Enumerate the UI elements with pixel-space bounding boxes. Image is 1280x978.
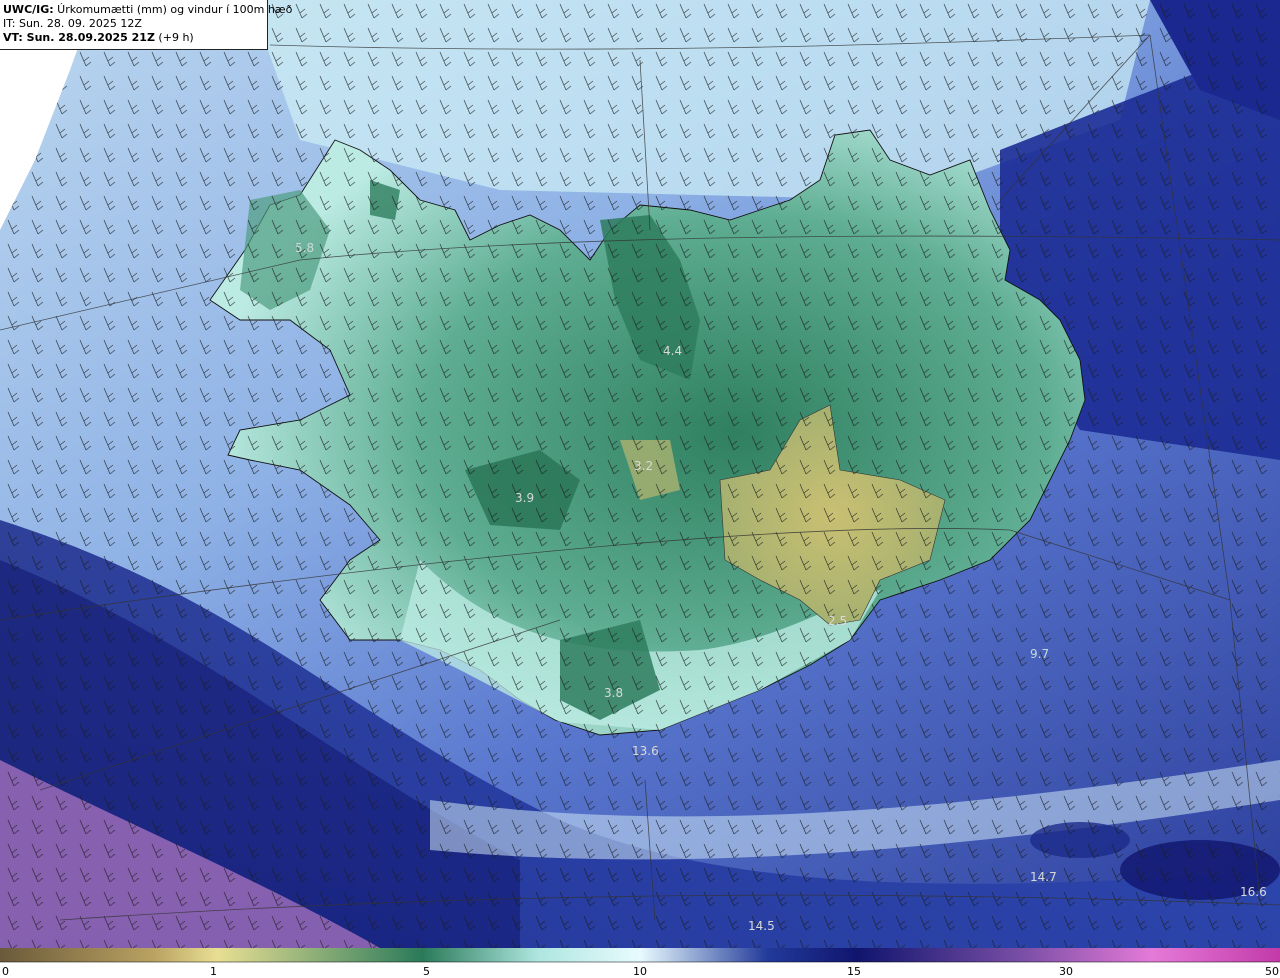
value-label: 14.5 [748,919,775,933]
colorbar-gradient [0,948,1280,962]
title-line: UWC/IG: Úrkomumætti (mm) og vindur í 100… [3,3,292,17]
value-label: 2.5 [828,614,847,628]
colorbar-tick: 0 [2,965,9,978]
title-text: Úrkomumætti (mm) og vindur í 100m hæð [53,3,293,16]
precipitation-map: 5.8 4.4 3.2 3.9 2.5 3.8 13.6 9.7 14.7 14… [0,0,1280,978]
colorbar-tick: 50 [1265,965,1279,978]
colorbar-tick: 30 [1059,965,1073,978]
model-tag: UWC/IG: [3,3,54,16]
wind-barbs [0,0,1280,948]
init-time: IT: Sun. 28. 09. 2025 12Z [3,17,142,30]
colorbar-tick: 10 [633,965,647,978]
value-label: 13.6 [632,744,659,758]
value-label: 9.7 [1030,647,1049,661]
colorbar-tick: 5 [423,965,430,978]
value-label: 4.4 [663,344,682,358]
colorbar-tick: 15 [847,965,861,978]
map-plot-area [0,0,1280,948]
valid-time: VT: Sun. 28.09.2025 21Z [3,31,155,44]
colorbar-tick: 1 [210,965,217,978]
valid-time-line: VT: Sun. 28.09.2025 21Z (+9 h) [3,31,267,45]
value-label: 14.7 [1030,870,1057,884]
value-label: 3.2 [634,459,653,473]
value-label: 16.6 [1240,885,1267,899]
value-label: 5.8 [295,241,314,255]
value-label: 3.9 [515,491,534,505]
lead-time: (+9 h) [154,31,194,44]
forecast-info-box: UWC/IG: Úrkomumætti (mm) og vindur í 100… [0,0,292,50]
value-label: 3.8 [604,686,623,700]
forecast-map-view: 5.8 4.4 3.2 3.9 2.5 3.8 13.6 9.7 14.7 14… [0,0,1280,978]
